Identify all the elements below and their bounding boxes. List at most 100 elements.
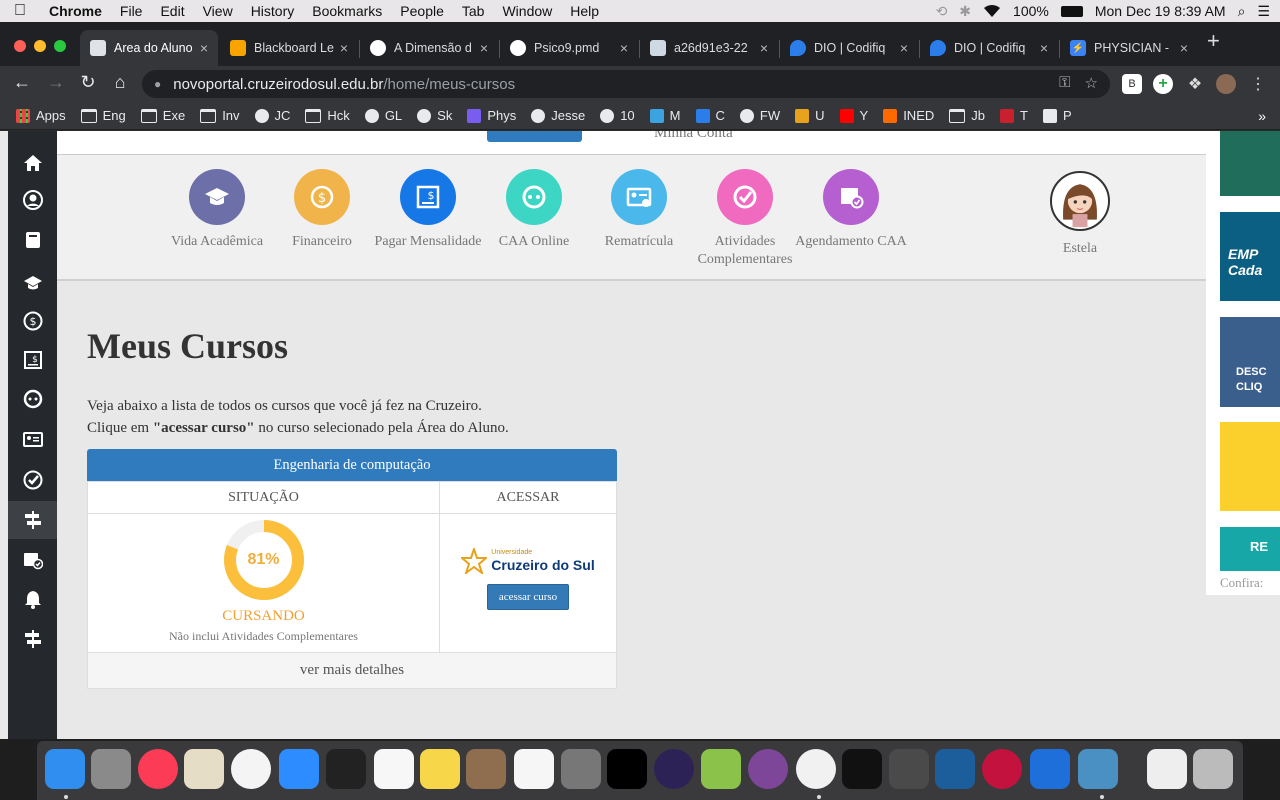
address-bar[interactable]: ● novoportal.cruzeirodosul.edu.br/home/m… — [142, 70, 1110, 98]
time-machine-icon[interactable]: ⟲ — [936, 3, 948, 20]
bookmark-y[interactable]: Y — [839, 108, 868, 123]
tab-close-icon[interactable]: × — [1040, 40, 1048, 56]
sidebar-reenroll[interactable] — [8, 420, 57, 458]
dock-finder-icon[interactable] — [45, 749, 85, 789]
dock-eclipse-icon[interactable] — [654, 749, 694, 789]
menu-tab[interactable]: Tab — [453, 3, 494, 19]
bookmark-star-icon[interactable]: ☆ — [1085, 74, 1098, 92]
dock-display-icon[interactable] — [1030, 749, 1070, 789]
dock-app-red-icon[interactable] — [982, 749, 1022, 789]
bookmark-c[interactable]: C — [695, 108, 725, 123]
tab-a-dimensao[interactable]: A Dimensão d × — [360, 30, 498, 66]
menu-file[interactable]: File — [111, 3, 152, 19]
bookmark-exe[interactable]: Exe — [140, 108, 185, 123]
menu-bookmarks[interactable]: Bookmarks — [303, 3, 391, 19]
sidebar-book[interactable] — [8, 221, 57, 259]
tab-a26d91e3[interactable]: a26d91e3-22 × — [640, 30, 778, 66]
tab-physician[interactable]: ⚡ PHYSICIAN - × — [1060, 30, 1198, 66]
bookmark-t[interactable]: T — [999, 108, 1028, 123]
bookmark-fw[interactable]: FW — [739, 108, 780, 123]
shortcut-financeiro[interactable]: $ Financeiro — [262, 169, 382, 251]
tab-psico9[interactable]: Psico9.pmd × — [500, 30, 638, 66]
chrome-menu-icon[interactable]: ⋮ — [1248, 74, 1268, 94]
bookmark-jesse[interactable]: Jesse — [531, 108, 585, 123]
close-window-button[interactable] — [14, 40, 26, 52]
zoom-window-button[interactable] — [54, 40, 66, 52]
bookmark-10[interactable]: 10 — [600, 108, 635, 123]
shortcut-atividades-complementares[interactable]: Atividades Complementares — [685, 169, 805, 269]
dock-preview-2-icon[interactable] — [1078, 749, 1118, 789]
extension-plus-icon[interactable]: + — [1153, 74, 1173, 94]
user-avatar[interactable] — [1050, 171, 1110, 231]
dock-calculator-icon[interactable] — [466, 749, 506, 789]
dock-virtualbox-icon[interactable] — [935, 749, 975, 789]
menu-edit[interactable]: Edit — [151, 3, 193, 19]
dock-android-studio-icon[interactable] — [701, 749, 741, 789]
notification-center-icon[interactable]: ☰ — [1257, 3, 1270, 20]
bookmark-gl[interactable]: GL — [364, 108, 402, 123]
bookmarks-overflow-icon[interactable]: » — [1258, 108, 1266, 124]
sidebar-signpost[interactable] — [8, 501, 57, 539]
sidebar-home[interactable] — [8, 144, 57, 182]
access-course-button[interactable]: acessar curso — [486, 584, 570, 610]
bluetooth-icon[interactable]: ✱ — [959, 3, 971, 20]
bookmark-u[interactable]: U — [795, 108, 825, 123]
ad-banner-3[interactable]: DESC CLIQ — [1220, 317, 1280, 407]
tab-dio-2[interactable]: DIO | Codifiq × — [920, 30, 1058, 66]
sidebar-caa[interactable] — [8, 380, 57, 418]
menu-window[interactable]: Window — [493, 3, 561, 19]
dock-music-icon[interactable] — [138, 749, 178, 789]
extensions-puzzle-icon[interactable]: ❖ — [1185, 74, 1205, 94]
bookmark-ined[interactable]: INED — [883, 108, 934, 123]
dock-activity-monitor-icon[interactable] — [326, 749, 366, 789]
menu-people[interactable]: People — [391, 3, 453, 19]
tab-close-icon[interactable]: × — [480, 40, 488, 56]
shortcut-rematricula[interactable]: Rematrícula — [579, 169, 699, 251]
sidebar-notifications[interactable] — [8, 580, 57, 618]
dock-notes-icon[interactable] — [420, 749, 460, 789]
bookmark-inv[interactable]: Inv — [200, 108, 240, 123]
extension-b-icon[interactable]: B — [1122, 74, 1142, 94]
dock-trash-icon[interactable] — [1193, 749, 1233, 789]
ad-banner-1[interactable] — [1220, 131, 1280, 196]
ad-banner-4[interactable] — [1220, 422, 1280, 511]
dock-chrome-icon[interactable] — [796, 749, 836, 789]
tab-dio-1[interactable]: DIO | Codifiq × — [780, 30, 918, 66]
dock-document-icon[interactable] — [1147, 749, 1187, 789]
bookmark-jb[interactable]: Jb — [949, 108, 985, 123]
menu-help[interactable]: Help — [561, 3, 608, 19]
shortcut-pagar-mensalidade[interactable]: $ Pagar Mensalidade — [368, 169, 488, 251]
tab-blackboard[interactable]: Blackboard Le × — [220, 30, 358, 66]
dock-intellij-icon[interactable] — [607, 749, 647, 789]
bookmark-phys[interactable]: Phys — [467, 108, 516, 123]
minimize-window-button[interactable] — [34, 40, 46, 52]
shortcut-agendamento-caa[interactable]: Agendamento CAA — [791, 169, 911, 251]
bookmark-p[interactable]: P — [1042, 108, 1072, 123]
dock-tor-icon[interactable] — [748, 749, 788, 789]
bookmark-jc[interactable]: JC — [254, 108, 290, 123]
dock-reminders-icon[interactable] — [514, 749, 554, 789]
menu-history[interactable]: History — [242, 3, 304, 19]
dock-sublime-icon[interactable] — [889, 749, 929, 789]
bookmark-eng[interactable]: Eng — [80, 108, 126, 123]
apple-icon[interactable]:  — [0, 2, 40, 20]
lock-icon[interactable]: ● — [154, 77, 161, 91]
dock-terminal-icon[interactable] — [842, 749, 882, 789]
ad-banner-5[interactable]: RE — [1220, 527, 1280, 571]
dock-system-preferences-icon[interactable] — [91, 749, 131, 789]
bookmark-m[interactable]: M — [649, 108, 681, 123]
menu-app-name[interactable]: Chrome — [40, 3, 111, 19]
sidebar-signpost-2[interactable] — [8, 620, 57, 658]
new-tab-button[interactable]: + — [1207, 28, 1220, 54]
sidebar-profile[interactable] — [8, 181, 57, 219]
home-button[interactable]: ⌂ — [108, 72, 132, 93]
my-account-link[interactable]: Minha Conta — [654, 131, 733, 142]
shortcut-vida-academica[interactable]: Vida Acadêmica — [157, 169, 277, 251]
reload-button[interactable]: ↻ — [76, 72, 100, 93]
clock[interactable]: Mon Dec 19 8:39 AM — [1095, 3, 1226, 19]
dock-launchpad-icon[interactable] — [561, 749, 601, 789]
spotlight-icon[interactable]: ⌕ — [1238, 3, 1246, 20]
tab-close-icon[interactable]: × — [340, 40, 348, 56]
bookmark-apps[interactable]: Apps — [16, 108, 66, 123]
shortcut-caa-online[interactable]: CAA Online — [474, 169, 594, 251]
